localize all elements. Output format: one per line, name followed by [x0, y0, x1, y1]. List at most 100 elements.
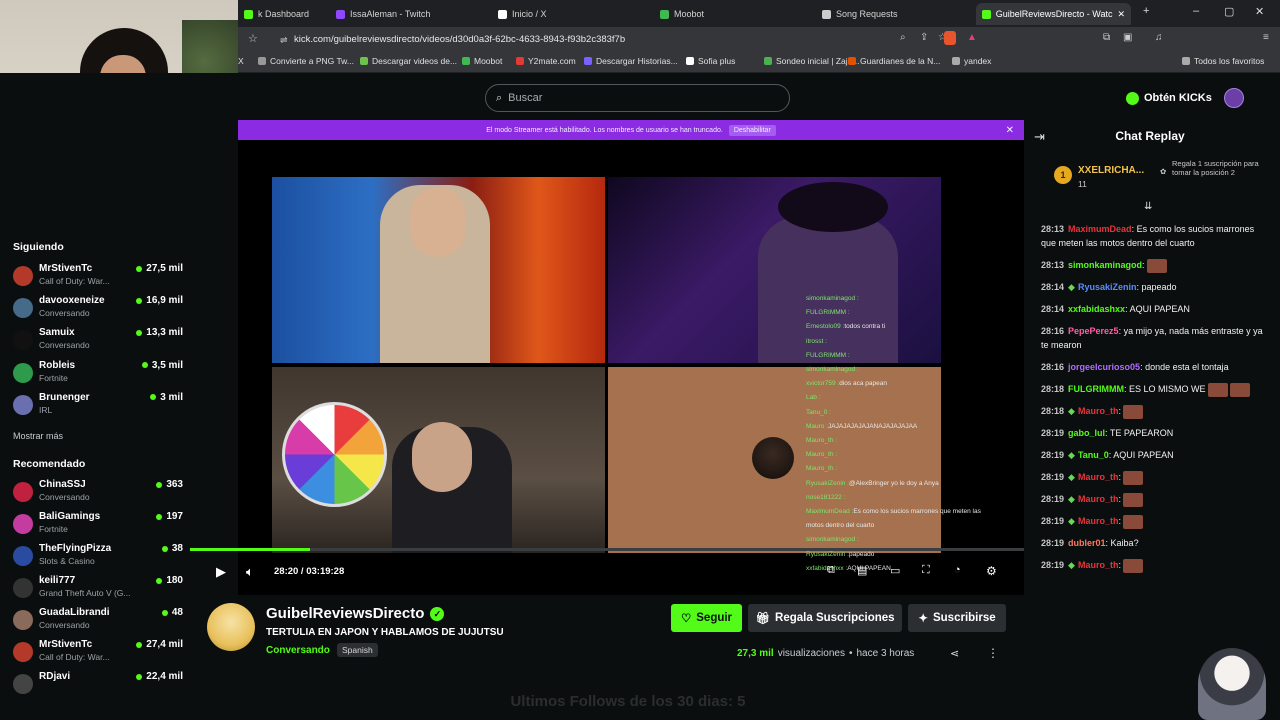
viewer-count: 16,9 mil	[136, 295, 183, 306]
language-tag[interactable]: Spanish	[337, 643, 378, 657]
chat-username[interactable]: Mauro_th	[1078, 494, 1119, 504]
bookmark-item[interactable]: Y2mate.com	[516, 56, 576, 66]
bookmark-item[interactable]: yandex	[952, 56, 991, 66]
share-icon[interactable]: ⋖	[950, 647, 959, 660]
progress-bar[interactable]	[190, 548, 1024, 551]
bookmark-item[interactable]: Convierte a PNG Tw...	[258, 56, 354, 66]
sidebar-channel[interactable]: Robleis Fortnite 3,5 mil	[13, 360, 183, 390]
bookmark-item[interactable]: Guardianes de la N...	[848, 56, 940, 66]
get-kicks-button[interactable]: Obtén KICKs	[1126, 87, 1212, 109]
bookmark-item[interactable]: Todos los favoritos	[1182, 56, 1264, 66]
sidebar-channel[interactable]: MrStivenTc Call of Duty: War... 27,5 mil	[13, 263, 183, 293]
stream-category[interactable]: Conversando	[266, 645, 330, 656]
browser-tab[interactable]: Inicio / X	[492, 3, 652, 25]
bookmark-icon	[462, 57, 470, 65]
follow-button[interactable]: ♡ Seguir	[671, 604, 742, 632]
chat-username[interactable]: MaximumDead	[1068, 224, 1132, 234]
user-avatar[interactable]	[1224, 88, 1244, 108]
chat-message: 28:19 dubler01: Kaiba?	[1041, 536, 1271, 550]
bookmark-item[interactable]: Sondeo inicial | Zaju...	[764, 56, 859, 66]
sidebar-channel[interactable]: ChinaSSJ Conversando 363	[13, 479, 183, 509]
extensions-icon[interactable]: ⧉	[1103, 32, 1110, 43]
bookmark-item[interactable]: Descargar videos de...	[360, 56, 457, 66]
volume-icon[interactable]: 🔈︎	[246, 564, 254, 580]
browser-tab[interactable]: Song Requests	[816, 3, 974, 25]
sidebar-channel-category: Fortnite	[39, 524, 68, 534]
more-options-icon[interactable]: ⋮	[987, 646, 999, 660]
channel-name[interactable]: GuibelReviewsDirecto ✓	[266, 605, 445, 622]
browser-tab[interactable]: Moobot	[654, 3, 814, 25]
share-page-icon[interactable]: ⇪	[920, 32, 928, 43]
browser-tab[interactable]: GuibelReviewsDirecto - Watc ✕	[976, 3, 1131, 25]
chat-username[interactable]: gabo_lul	[1068, 428, 1105, 438]
leader-name[interactable]: XXELRICHA...	[1078, 165, 1144, 176]
brave-shield-icon[interactable]	[944, 31, 956, 45]
chat-username[interactable]: jorgeelcurioso05	[1068, 362, 1140, 372]
sidebar-channel[interactable]: keili777 Grand Theft Auto V (G... 180	[13, 575, 183, 605]
bookmark-item[interactable]: Descargar Historias...	[584, 56, 678, 66]
chat-username[interactable]: Tanu_0	[1078, 450, 1109, 460]
sidebar-channel[interactable]: BaliGamings Fortnite 197	[13, 511, 183, 541]
play-icon[interactable]: ▶	[216, 564, 226, 580]
browser-tab[interactable]: k Dashboard	[238, 3, 328, 25]
sidebar-icon[interactable]: ▣	[1123, 32, 1132, 43]
disable-streamer-mode-button[interactable]: Deshabilitar	[728, 124, 776, 136]
url-field[interactable]: ⇌ kick.com/guibelreviewsdirecto/videos/d…	[278, 31, 943, 49]
browser-tab[interactable]: IssaAleman - Twitch	[330, 3, 490, 25]
heart-icon: ♡	[680, 613, 692, 625]
sidebar-channel[interactable]: MrStivenTc Call of Duty: War... 27,4 mil	[13, 639, 183, 669]
sidebar-channel[interactable]: GuadaLibrandi Conversando 48	[13, 607, 183, 637]
bookmark-item[interactable]: Sofia plus	[686, 56, 735, 66]
bookmark-item[interactable]: X	[238, 56, 244, 66]
settings-gear-icon[interactable]: ⚙	[986, 564, 997, 578]
close-tab-icon[interactable]: ✕	[1117, 3, 1125, 25]
gift-subs-button[interactable]: 🎁︎ Regala Suscripciones	[748, 604, 902, 632]
media-icon[interactable]: ♫	[1155, 32, 1163, 43]
bookmark-star-icon[interactable]: ☆	[248, 32, 258, 45]
pip-icon[interactable]: ⧉	[827, 564, 835, 577]
chat-username[interactable]: Mauro_th	[1078, 560, 1119, 570]
fullscreen-icon[interactable]: ⛶	[922, 564, 930, 577]
maximize-icon[interactable]: ▢	[1224, 5, 1234, 18]
chat-title: Chat Replay	[1115, 129, 1185, 143]
brave-rewards-icon[interactable]: ▲	[967, 32, 977, 43]
sidebar-channel[interactable]: Samuix Conversando 13,3 mil	[13, 327, 183, 357]
chat-username[interactable]: simonkaminagod	[1068, 260, 1142, 270]
channel-avatar-small	[13, 362, 33, 383]
menu-icon[interactable]: ≡	[1263, 32, 1269, 43]
address-bar: ☆ ⇌ kick.com/guibelreviewsdirecto/videos…	[238, 27, 1280, 52]
pinned-expand-icon[interactable]: ⇊	[1144, 201, 1152, 212]
viewer-count-text: 363	[166, 479, 183, 490]
viewer-count: 13,3 mil	[136, 327, 183, 338]
sidebar-channel[interactable]: davooxeneize Conversando 16,9 mil	[13, 295, 183, 325]
video-player[interactable]: simonkaminagod : FULGRIMMM : Ernestolo09 :…	[238, 140, 1024, 595]
leader-gift-text[interactable]: ✿ Regala 1 suscripción para tomar la posi…	[1160, 159, 1270, 177]
chat-username[interactable]: dubler01	[1068, 538, 1106, 548]
new-tab-icon[interactable]: +	[1143, 5, 1149, 17]
clip-icon[interactable]: ▤	[857, 564, 867, 577]
theater-icon[interactable]: ▭	[890, 564, 900, 577]
sidebar-channel[interactable]: Brunenger IRL 3 mil	[13, 392, 183, 422]
channel-avatar[interactable]	[207, 603, 255, 651]
speed-icon[interactable]: ◔	[954, 564, 961, 576]
bookmark-item[interactable]: Moobot	[462, 56, 502, 66]
chat-username[interactable]: Mauro_th	[1078, 516, 1119, 526]
chat-username[interactable]: xxfabidashxx	[1068, 304, 1125, 314]
sidebar-channel[interactable]: TheFlyingPizza Slots & Casino 38	[13, 543, 183, 573]
close-icon[interactable]: ✕	[1006, 125, 1014, 136]
chat-username[interactable]: PepePerez5	[1068, 326, 1119, 336]
subscribe-button[interactable]: ✦ Suscribirse	[908, 604, 1006, 632]
chat-username[interactable]: FULGRIMMM	[1068, 384, 1124, 394]
search-input[interactable]: ⌕ Buscar	[485, 84, 790, 112]
chat-username[interactable]: RyusakiZenin	[1078, 282, 1137, 292]
site-info-icon[interactable]: ⇌	[280, 31, 288, 49]
chat-message: 28:19 ◆ Tanu_0: AQUI PAPEAN	[1041, 448, 1271, 462]
chat-username[interactable]: Mauro_th	[1078, 406, 1119, 416]
show-more-link[interactable]: Mostrar más	[13, 431, 63, 441]
minimize-icon[interactable]: –	[1193, 5, 1199, 17]
chat-username[interactable]: Mauro_th	[1078, 472, 1119, 482]
verified-check-icon: ✓	[430, 606, 445, 621]
bookmark-icon	[686, 57, 694, 65]
close-window-icon[interactable]: ✕	[1255, 5, 1264, 18]
zoom-icon[interactable]: ⌕	[900, 32, 906, 43]
